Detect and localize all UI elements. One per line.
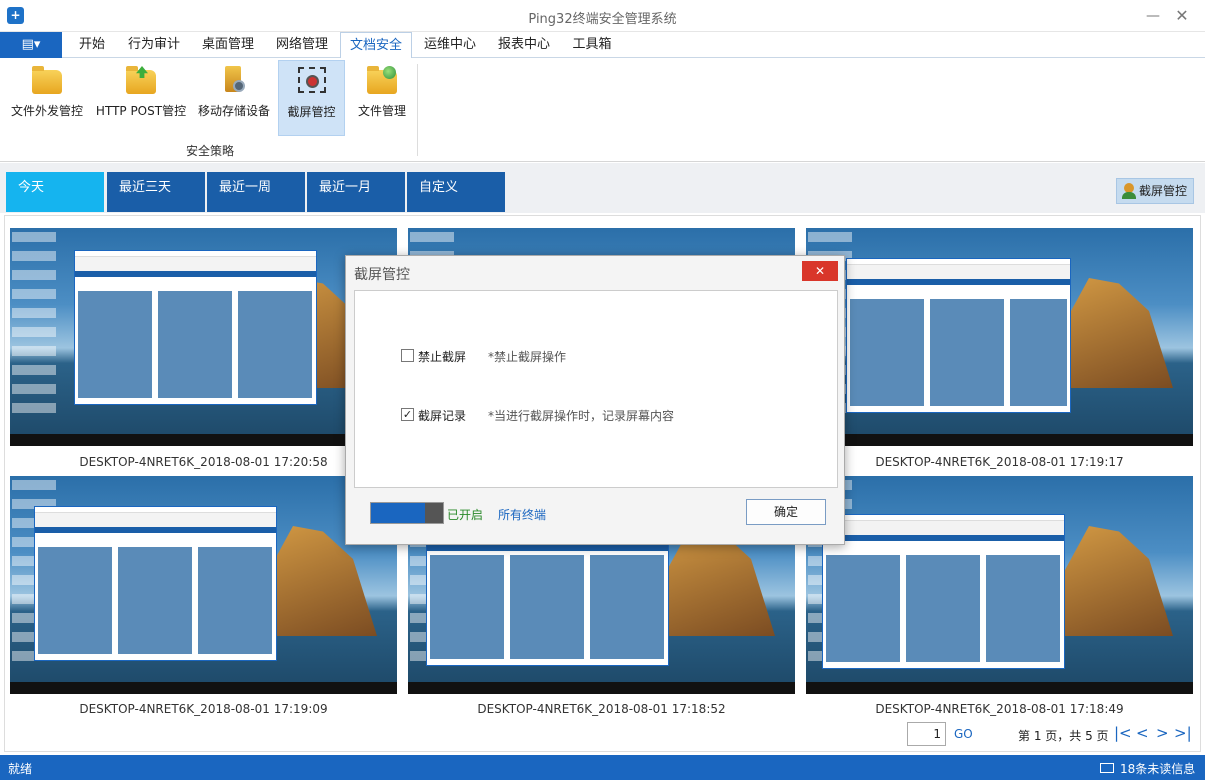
removable-storage-button[interactable]: 移动存储设备 [194,60,274,136]
menu-tab-doc-security[interactable]: 文档安全 [340,32,412,59]
disable-screenshot-checkbox[interactable] [401,349,414,362]
filter-tab-week[interactable]: 最近一周 [207,172,305,212]
screenshot-thumbnail[interactable] [806,476,1193,694]
file-management-button[interactable]: 文件管理 [350,60,414,136]
enabled-status: 已开启 [447,508,484,522]
record-screenshot-hint: *当进行截屏操作时，记录屏幕内容 [488,409,675,423]
minimize-button[interactable]: — [1138,4,1168,28]
screenshot-thumbnail[interactable] [10,476,397,694]
all-terminals-link[interactable]: 所有终端 [498,506,546,523]
screenshot-control-button[interactable]: 截屏管控 [278,60,345,136]
file-outgoing-button[interactable]: 文件外发管控 [4,60,90,136]
http-post-button[interactable]: HTTP POST管控 [94,60,188,136]
menu-tab-start[interactable]: 开始 [70,32,114,58]
dialog-close-button[interactable]: ✕ [802,261,838,281]
users-gear-icon [1122,183,1138,199]
screenshot-thumbnail[interactable] [806,228,1193,446]
mail-icon [1100,763,1114,773]
screenshot-caption: DESKTOP-4NRET6K_2018-08-01 17:19:17 [875,455,1124,469]
menu-tab-toolbox[interactable]: 工具箱 [566,32,618,58]
filter-tab-3days[interactable]: 最近三天 [107,172,205,212]
screenshot-caption: DESKTOP-4NRET6K_2018-08-01 17:19:09 [79,702,328,716]
app-menu-button[interactable]: ▤▾ [0,32,62,58]
dialog-title: 截屏管控 [354,267,410,283]
filter-tab-custom[interactable]: 自定义 [407,172,505,212]
folder-arrow-icon [126,66,156,94]
status-bar: 就绪 18条未读信息 [0,755,1205,780]
screenshot-caption: DESKTOP-4NRET6K_2018-08-01 17:18:52 [477,702,726,716]
screenshot-thumbnail[interactable] [10,228,397,446]
prev-page-icon[interactable]: < [1136,724,1149,742]
pager: 1 GO 第 1 页，共 5 页 |< < > >| [0,722,1205,750]
folder-globe-icon [367,66,397,94]
first-page-icon[interactable]: |< [1114,724,1132,742]
close-window-button[interactable]: ✕ [1167,4,1197,28]
title-bar: + Ping32终端安全管理系统 — ✕ [0,0,1205,32]
go-button[interactable]: GO [954,727,973,741]
ribbon: 文件外发管控 HTTP POST管控 移动存储设备 截屏管控 文件管理 安全策略 [0,58,1205,162]
status-text: 就绪 [8,762,33,776]
screenshot-control-dialog: 截屏管控 ✕ 禁止截屏 *禁止截屏操作 ✓ 截屏记录 *当进行截屏操作时，记录屏… [345,255,845,545]
window-title: Ping32终端安全管理系统 [528,12,677,27]
page-number-input[interactable]: 1 [907,722,946,746]
page-info: 第 1 页，共 5 页 [1018,729,1109,743]
menu-tab-reports[interactable]: 报表中心 [492,32,556,58]
menu-tab-ops[interactable]: 运维中心 [418,32,482,58]
ribbon-group-label: 安全策略 [186,144,235,158]
enable-toggle[interactable] [370,502,444,524]
disable-screenshot-label: 禁止截屏 [418,350,467,364]
record-screenshot-label: 截屏记录 [418,409,467,423]
unread-messages[interactable]: 18条未读信息 [1120,760,1195,777]
filter-tab-today[interactable]: 今天 [6,172,104,212]
screenshot-icon [297,67,327,95]
last-page-icon[interactable]: >| [1174,724,1192,742]
folder-upload-icon [32,66,62,94]
filter-bar: 今天 最近三天 最近一周 最近一月 自定义 截屏管控 [0,163,1205,213]
disable-screenshot-hint: *禁止截屏操作 [488,350,567,364]
record-screenshot-checkbox[interactable]: ✓ [401,408,414,421]
dialog-body: 禁止截屏 *禁止截屏操作 ✓ 截屏记录 *当进行截屏操作时，记录屏幕内容 [354,290,838,488]
next-page-icon[interactable]: > [1156,724,1169,742]
confirm-button[interactable]: 确定 [746,499,826,525]
screenshot-control-toolbar-button[interactable]: 截屏管控 [1116,178,1194,204]
screenshot-caption: DESKTOP-4NRET6K_2018-08-01 17:20:58 [79,455,328,469]
usb-storage-icon [219,66,249,94]
menu-tab-behavior-audit[interactable]: 行为审计 [122,32,186,58]
menu-bar: ▤▾ 开始 行为审计 桌面管理 网络管理 文档安全 运维中心 报表中心 工具箱 [0,32,1205,59]
menu-tab-desktop[interactable]: 桌面管理 [196,32,260,58]
menu-tab-network[interactable]: 网络管理 [270,32,334,58]
filter-tab-month[interactable]: 最近一月 [307,172,405,212]
screenshot-caption: DESKTOP-4NRET6K_2018-08-01 17:18:49 [875,702,1124,716]
ribbon-separator [417,64,418,156]
